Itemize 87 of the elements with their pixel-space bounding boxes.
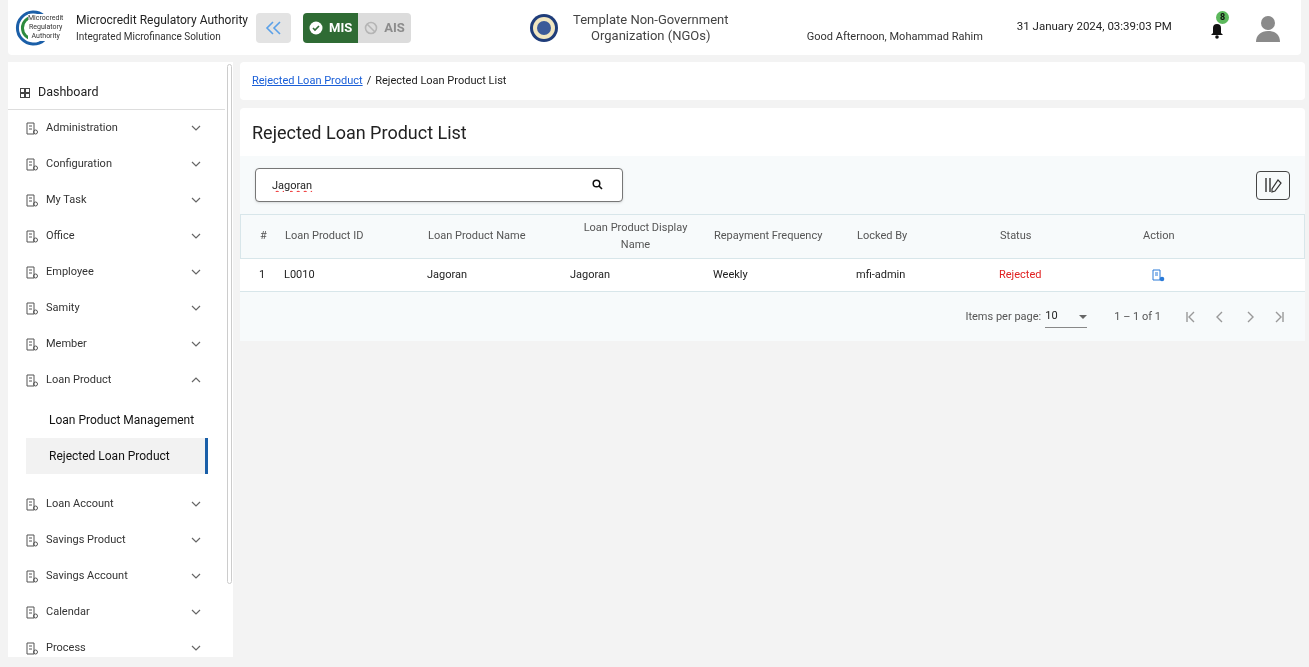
page-range: 1 – 1 of 1	[1114, 308, 1161, 325]
chevron-down-icon	[191, 537, 201, 543]
column-header: Loan Product Display Name	[583, 221, 688, 251]
breadcrumb-current: Rejected Loan Product List	[375, 72, 507, 89]
column-header: Loan Product ID	[285, 229, 364, 243]
column-header: Loan Product Name	[428, 229, 526, 243]
date-time: 31 January 2024, 03:39:03 PM	[1016, 18, 1172, 35]
ban-icon	[364, 20, 379, 35]
document-icon	[26, 157, 38, 171]
chevron-down-icon	[191, 161, 201, 167]
table-cell: Jagoran	[427, 267, 468, 281]
sidebar-item[interactable]: Member	[8, 326, 225, 362]
document-icon	[26, 569, 38, 583]
view-document-icon[interactable]	[1152, 268, 1165, 282]
organization-name: Template Non-Government Organization (NGOs)	[572, 11, 730, 44]
column-header: Action	[1143, 229, 1175, 243]
column-header: Status	[1000, 229, 1032, 243]
sidebar-item[interactable]: My Task	[8, 182, 225, 218]
grid-icon	[20, 87, 30, 98]
sidebar-item[interactable]: Savings Account	[8, 558, 225, 594]
page-title: Rejected Loan Product List	[252, 120, 467, 145]
table-cell: mfi-admin	[856, 267, 906, 281]
dropdown-arrow-icon	[1079, 314, 1088, 319]
document-icon	[26, 301, 38, 315]
document-icon	[26, 265, 38, 279]
org-name: Microcredit Regulatory Authority	[76, 12, 249, 29]
dashboard-item[interactable]: Dashboard	[8, 62, 225, 110]
column-header: Repayment Frequency	[714, 229, 823, 243]
sidebar-item[interactable]: Loan Account	[8, 486, 225, 522]
document-icon	[26, 193, 38, 207]
column-settings-button[interactable]	[1256, 170, 1290, 200]
sidebar-item[interactable]: Configuration	[8, 146, 225, 182]
breadcrumb-separator: /	[366, 72, 372, 89]
chevron-down-icon	[191, 305, 201, 311]
collapse-sidebar-button[interactable]	[256, 12, 292, 43]
user-avatar-icon[interactable]	[1254, 13, 1281, 42]
document-icon	[26, 337, 38, 351]
sidebar-item[interactable]: Savings Product	[8, 522, 225, 558]
document-icon	[26, 121, 38, 135]
mode-toggle[interactable]: MIS	[303, 12, 359, 43]
breadcrumb-link[interactable]: Rejected Loan Product	[252, 72, 363, 90]
chevron-down-icon	[191, 197, 201, 203]
search-field[interactable]: Jagoran	[255, 168, 623, 202]
document-icon	[26, 373, 38, 387]
submenu-item[interactable]: Loan Product Management	[26, 402, 208, 438]
last-page-icon[interactable]	[1273, 310, 1287, 324]
chevron-down-icon	[191, 501, 201, 507]
org-subtitle: Integrated Microfinance Solution	[76, 30, 222, 44]
chevron-down-icon	[191, 125, 201, 131]
chevron-down-icon	[191, 609, 201, 615]
search-icon[interactable]	[592, 179, 603, 190]
sidebar-item[interactable]: Loan Product	[8, 362, 225, 398]
document-icon	[26, 497, 38, 511]
chevron-down-icon	[191, 341, 201, 347]
check-circle-icon	[309, 20, 324, 35]
chevron-down-icon	[191, 573, 201, 579]
emblem-icon	[528, 12, 559, 43]
table-cell: L0010	[284, 267, 315, 281]
notification-badge: 8	[1215, 10, 1230, 24]
document-icon	[26, 641, 38, 655]
notification-bell-icon[interactable]	[1209, 22, 1224, 39]
submenu-item[interactable]: Rejected Loan Product	[26, 438, 208, 474]
document-icon	[26, 533, 38, 547]
sidebar-item[interactable]: Office	[8, 218, 225, 254]
sidebar-item[interactable]: Samity	[8, 290, 225, 326]
table-cell: Weekly	[713, 267, 748, 281]
sidebar-item[interactable]: Process	[8, 630, 225, 657]
sidebar-item[interactable]: Employee	[8, 254, 225, 290]
first-page-icon[interactable]	[1183, 310, 1197, 324]
double-chevron-left-icon	[263, 20, 284, 35]
document-icon	[26, 229, 38, 243]
chevron-down-icon	[191, 645, 201, 651]
chevron-down-icon	[191, 233, 201, 239]
sidebar-item[interactable]: Calendar	[8, 594, 225, 630]
table-cell: Jagoran	[570, 267, 611, 281]
items-per-page-label: Items per page:	[965, 308, 1042, 325]
document-icon	[26, 605, 38, 619]
columns-edit-icon	[1264, 177, 1282, 193]
chevron-down-icon	[191, 269, 201, 275]
page-size-select[interactable]: 10	[1045, 306, 1088, 328]
sidebar-item[interactable]: Administration	[8, 110, 225, 146]
chevron-up-icon	[191, 377, 201, 383]
column-header: Locked By	[857, 229, 908, 243]
column-header: #	[260, 229, 267, 243]
status-text: Rejected	[999, 267, 1042, 281]
greeting: Good Afternoon, Mohammad Rahim	[806, 28, 983, 45]
table-cell: 1	[259, 267, 266, 281]
